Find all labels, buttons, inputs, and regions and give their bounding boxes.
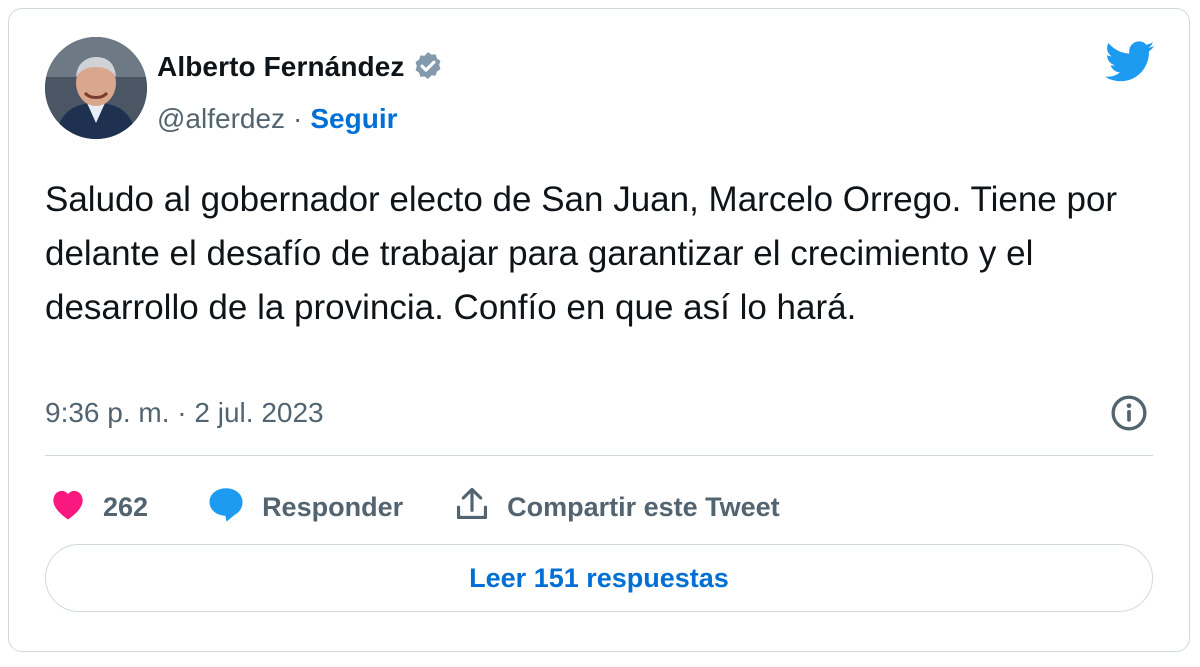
verified-badge-icon	[411, 50, 445, 84]
speech-bubble-icon	[206, 485, 246, 530]
heart-icon	[49, 487, 87, 528]
like-count: 262	[103, 491, 149, 522]
twitter-bird-icon[interactable]	[1105, 41, 1155, 88]
follow-button[interactable]: Seguir	[310, 103, 397, 135]
tweet-text: Saludo al gobernador electo de San Juan,…	[45, 180, 1118, 327]
tweet-timestamp[interactable]: 9:36 p. m. · 2 jul. 2023	[45, 393, 324, 433]
reply-button[interactable]: Responder	[206, 485, 403, 530]
like-button[interactable]: 262	[49, 487, 148, 528]
share-label: Compartir este Tweet	[507, 491, 780, 522]
author-name-row: Alberto Fernández	[157, 49, 445, 85]
read-replies-button[interactable]: Leer 151 respuestas	[45, 544, 1153, 612]
share-button[interactable]: Compartir este Tweet	[453, 485, 780, 530]
author-handle[interactable]: @alferdez	[157, 103, 285, 135]
author-name[interactable]: Alberto Fernández	[157, 51, 405, 83]
reply-label: Responder	[262, 491, 404, 522]
share-upload-icon	[453, 485, 491, 530]
info-icon[interactable]	[1109, 393, 1149, 438]
avatar[interactable]	[45, 37, 147, 139]
action-bar: 262 Responder Compartir este Tweet	[49, 477, 780, 537]
divider	[45, 455, 1153, 456]
tweet-card: Alberto Fernández @alferdez · Seguir Sal…	[8, 8, 1190, 652]
separator-dot: ·	[293, 103, 303, 134]
handle-row: @alferdez · Seguir	[157, 101, 398, 137]
